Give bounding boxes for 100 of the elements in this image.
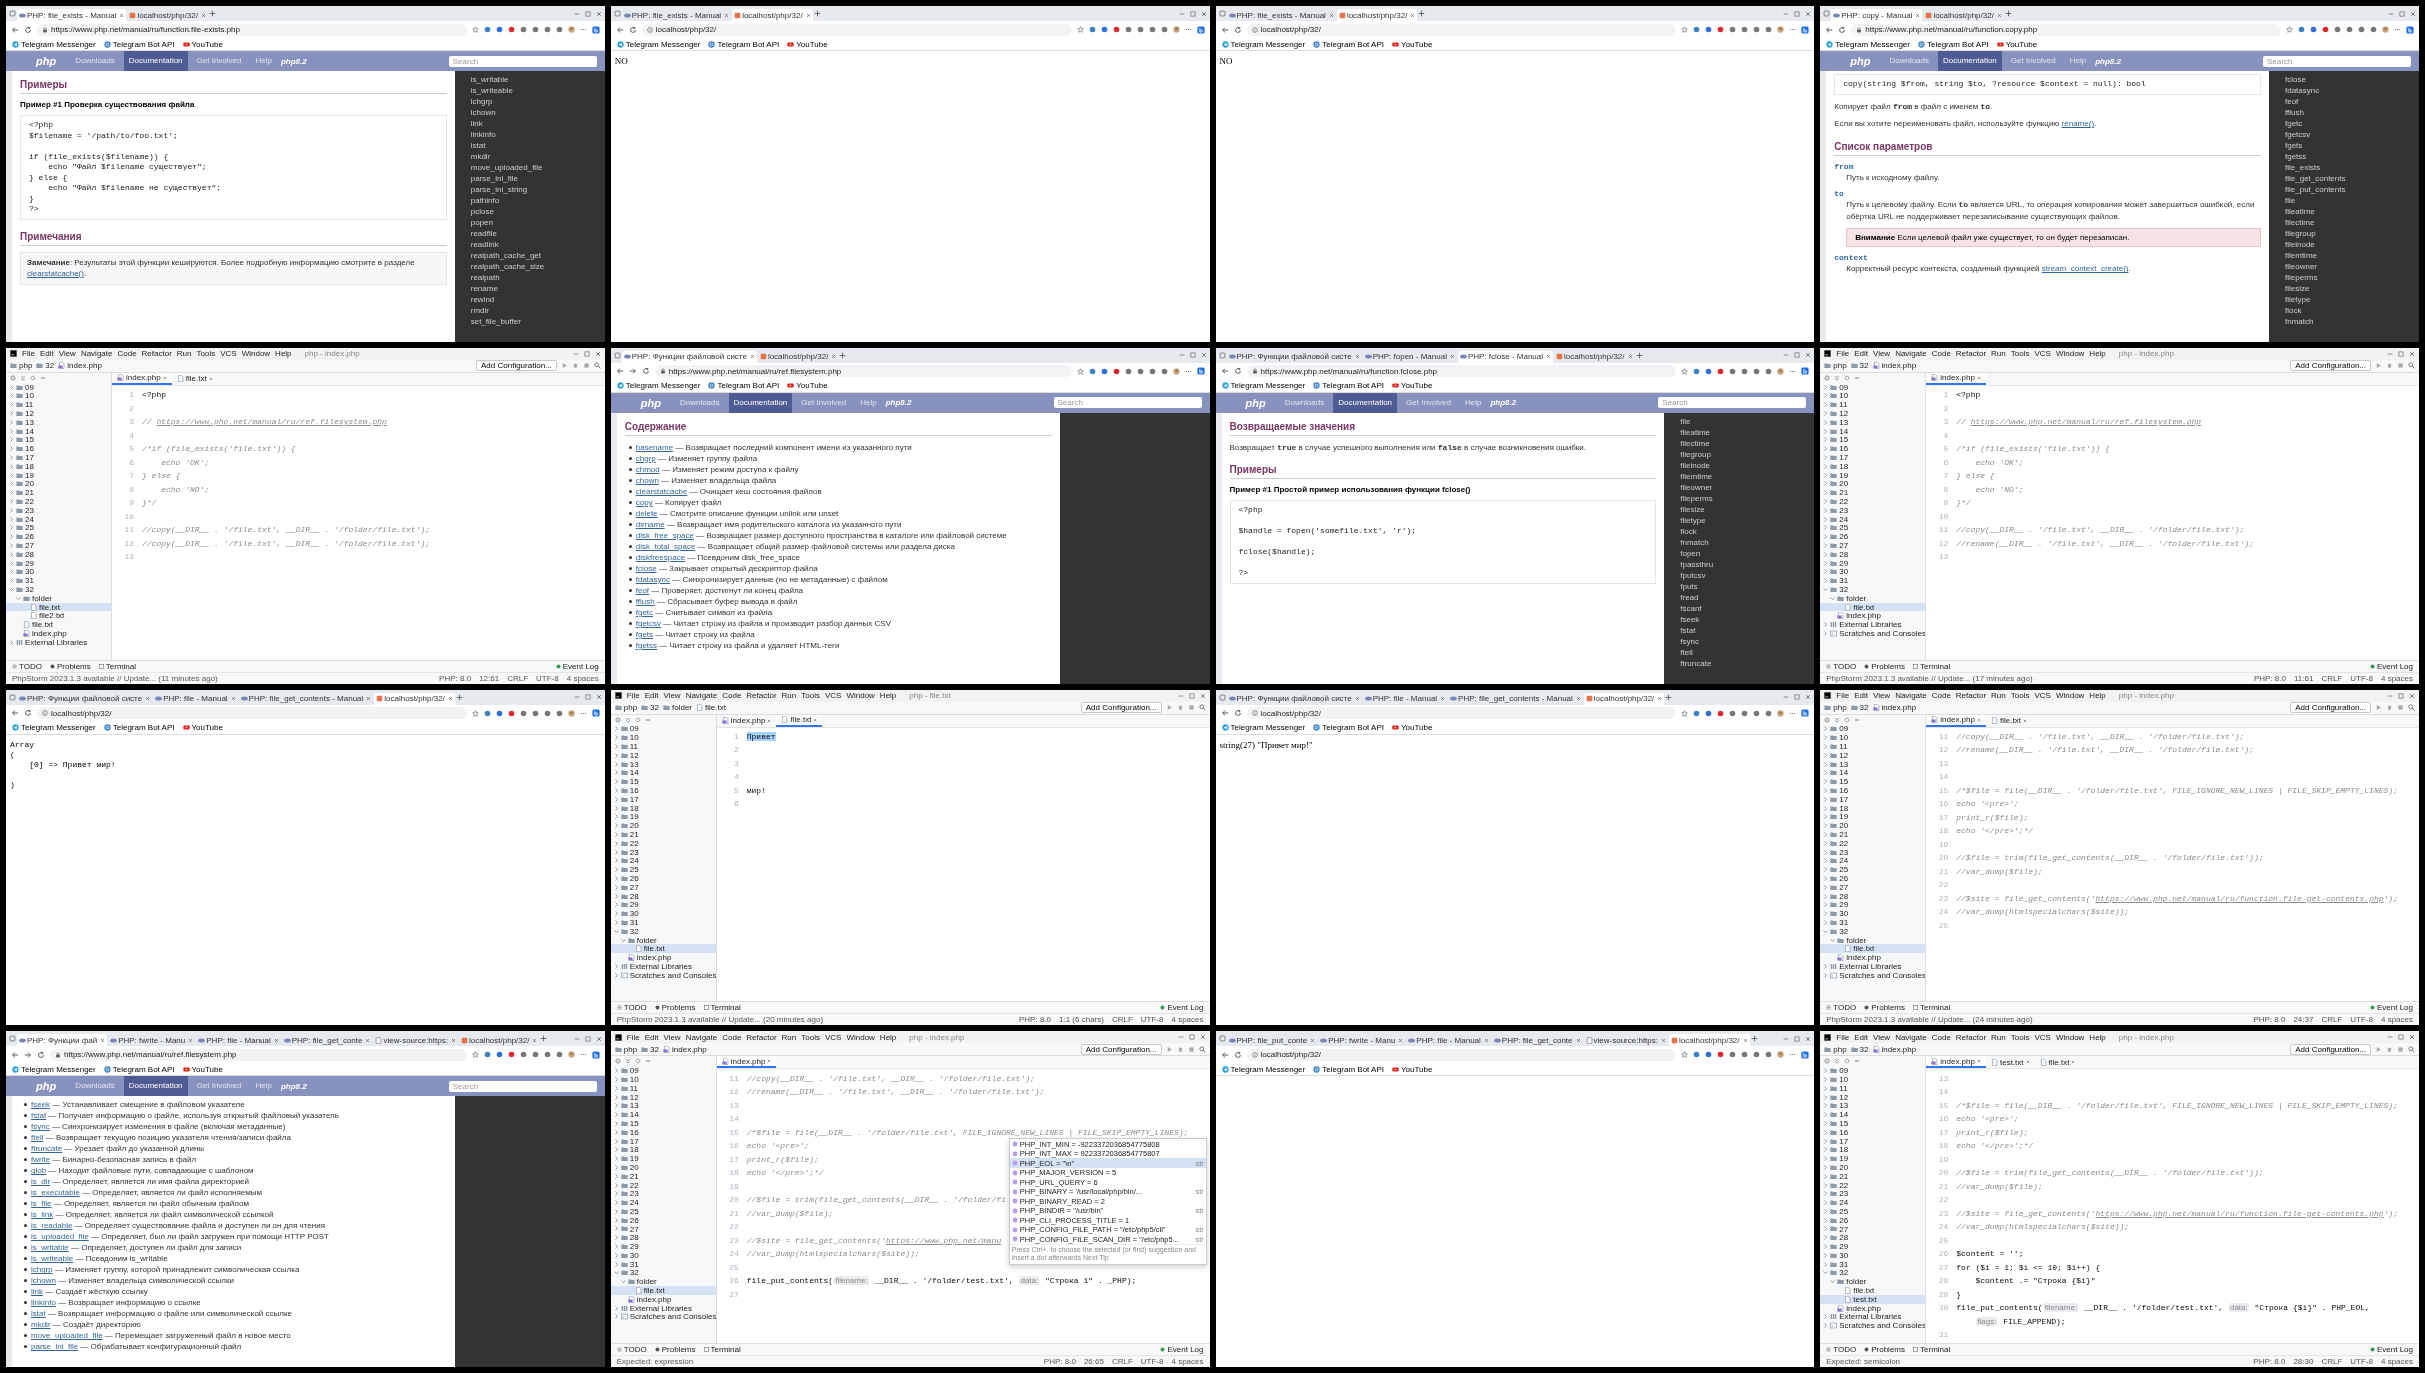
breadcrumb-item[interactable]: index.php [58, 361, 102, 371]
link[interactable]: diskfreespace [635, 552, 686, 562]
nav-link[interactable]: Documentation [728, 392, 793, 413]
link[interactable]: ftruncate [31, 1144, 63, 1154]
sidebar-link[interactable]: flock [1680, 525, 1801, 537]
menu-item[interactable]: View [1872, 349, 1891, 359]
browser-tab[interactable]: localhost/php/32/ [1583, 692, 1665, 705]
menu-item[interactable]: Run [1991, 691, 2006, 700]
link[interactable]: delete [635, 508, 658, 518]
menu-item[interactable]: Code [722, 691, 742, 700]
tree-item[interactable]: file.txt [1820, 944, 1926, 954]
tool-window-button[interactable]: Terminal [703, 1003, 741, 1013]
sidebar-link[interactable]: filesize [1680, 503, 1801, 515]
tree-item[interactable]: 17 [1820, 794, 1926, 804]
file-tab[interactable]: file.txt [2034, 1056, 2081, 1069]
status-item[interactable]: 24:37 [2293, 1015, 2314, 1025]
tree-item[interactable]: 13 [610, 1101, 716, 1111]
tool-window-button[interactable]: TODO [616, 1345, 647, 1354]
tree-item[interactable]: 24 [1820, 856, 1926, 866]
browser-tab[interactable]: PHP: file_exists - Manual [1226, 9, 1336, 21]
tree-item[interactable]: 10 [610, 733, 716, 743]
address-bar[interactable]: https://www.php.net/manual/ru/function.copy.php [1851, 23, 2281, 36]
menu-item[interactable]: Tools [801, 691, 820, 700]
tree-item[interactable]: 18 [1820, 1145, 1926, 1155]
tree-item[interactable]: 09 [1820, 382, 1926, 392]
link[interactable]: dirname [635, 519, 665, 529]
sidebar-link[interactable]: fileinode [2285, 239, 2405, 250]
breadcrumb-item[interactable]: php [1824, 361, 1847, 371]
tree-item[interactable]: 13 [610, 759, 716, 769]
tree-item[interactable]: 09 [610, 1066, 716, 1076]
menu-item[interactable]: Window [2055, 691, 2085, 700]
tree-item[interactable]: 23 [6, 505, 111, 515]
tree-item[interactable]: file.txt [610, 1286, 716, 1295]
menu-item[interactable]: Refactor [1955, 691, 1987, 700]
bookmark[interactable]: Telegram Messenger [12, 1064, 96, 1074]
tree-item[interactable]: 25 [1820, 1207, 1926, 1216]
tool-window-button[interactable]: Event Log [1160, 1345, 1204, 1354]
breadcrumb-item[interactable]: php [614, 703, 638, 712]
bookmark[interactable]: Telegram Messenger [12, 723, 96, 732]
sidebar-link[interactable]: fileinode [1680, 459, 1801, 471]
address-bar[interactable]: https://www.php.net/manual/ru/function.fclose.php [1246, 365, 1677, 378]
sidebar-link[interactable]: ftell [1680, 646, 1801, 658]
browser-tab[interactable]: PHP: Функции файловой систе [1226, 692, 1362, 705]
tree-item[interactable]: 22 [610, 838, 716, 848]
link[interactable]: ftell [31, 1133, 44, 1143]
tool-window-button[interactable]: Terminal [98, 661, 136, 671]
sidebar-link[interactable]: filemtime [1680, 470, 1801, 482]
browser-tab[interactable]: PHP: fwrite - Manu [108, 1034, 196, 1047]
tree-item[interactable]: 25 [610, 1207, 716, 1216]
address-bar[interactable]: https://www.php.net/manual/ru/ref.filesystem.php [654, 365, 1072, 378]
menu-item[interactable]: Navigate [1895, 349, 1927, 359]
tool-window-button[interactable]: Terminal [1913, 1003, 1951, 1013]
address-bar[interactable]: localhost/php/32/ [1246, 23, 1677, 36]
menu-item[interactable]: Window [846, 691, 875, 700]
sidebar-link[interactable]: readlink [470, 239, 591, 250]
tree-item[interactable]: 20 [1820, 1163, 1926, 1172]
tree-item[interactable]: 14 [6, 426, 111, 436]
sidebar-link[interactable]: fgetss [2285, 151, 2405, 162]
tree-item[interactable]: 22 [1820, 838, 1926, 848]
tree-item[interactable]: 19 [1820, 812, 1926, 822]
sidebar-link[interactable]: filemtime [2285, 250, 2405, 261]
menu-item[interactable]: Refactor [1955, 349, 1987, 359]
bookmark[interactable]: Telegram Bot API [708, 381, 780, 391]
link[interactable]: is_writeable [31, 1254, 74, 1264]
sidebar-link[interactable]: pclose [470, 206, 591, 217]
tree-item[interactable]: file.txt [1820, 602, 1926, 612]
tool-window-button[interactable]: Event Log [1160, 1003, 1204, 1013]
tree-item[interactable]: folder [1820, 593, 1926, 603]
menu-item[interactable]: View [663, 1032, 681, 1042]
link[interactable]: fwrite [31, 1155, 51, 1165]
tree-item[interactable]: index.php [610, 953, 716, 962]
menu-item[interactable]: Code [722, 1032, 742, 1042]
bookmark[interactable]: Telegram Messenger [616, 381, 701, 391]
address-bar[interactable]: localhost/php/32/ [641, 23, 1072, 36]
tree-item[interactable]: 32 [1820, 1268, 1926, 1278]
tree-item[interactable]: 17 [6, 453, 111, 462]
status-item[interactable]: UTF-8 [536, 673, 559, 683]
sidebar-link[interactable]: fclose [2285, 74, 2405, 85]
link[interactable]: fclose [635, 563, 657, 573]
menu-item[interactable]: Navigate [1895, 1032, 1927, 1042]
menu-item[interactable]: Run [1991, 1032, 2006, 1042]
tree-item[interactable]: 09 [1820, 1066, 1926, 1076]
file-tab[interactable]: file.txt [1985, 714, 2032, 727]
address-bar[interactable]: localhost/php/32/ [1246, 707, 1677, 719]
tree-item[interactable]: External Libraries [1820, 620, 1926, 630]
tree-item[interactable]: folder [610, 1277, 716, 1287]
breadcrumb-item[interactable]: 32 [36, 361, 55, 371]
menu-item[interactable]: Edit [1854, 691, 1868, 700]
status-item[interactable]: PHP: 8.0 [2253, 1015, 2286, 1025]
menu-item[interactable]: Code [117, 349, 137, 359]
menu-item[interactable]: Tools [801, 1032, 820, 1042]
tree-item[interactable]: 22 [1820, 497, 1926, 506]
tree-item[interactable]: 15 [610, 1119, 716, 1128]
tree-item[interactable]: 32 [1820, 926, 1926, 936]
menu-item[interactable]: Window [2055, 349, 2085, 359]
sidebar-link[interactable]: file_put_contents [2285, 184, 2405, 195]
browser-tab[interactable]: PHP: copy - Manual [1831, 9, 1923, 21]
sidebar-link[interactable]: fpassthru [1680, 558, 1801, 570]
link[interactable]: clearstatcache() [27, 269, 84, 279]
tree-item[interactable]: 23 [1820, 1189, 1926, 1199]
